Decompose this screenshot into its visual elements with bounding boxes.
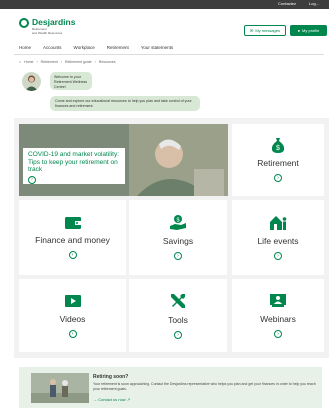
breadcrumb: ⌂ Home › Retirement › Retirement guide ›… xyxy=(19,60,116,64)
envelope-icon: ✉ xyxy=(249,28,254,33)
nav-item-retirement[interactable]: Retirement xyxy=(107,44,129,52)
video-play-icon xyxy=(64,295,81,307)
wallet-icon xyxy=(64,217,81,229)
arrow-right-icon[interactable]: › xyxy=(274,252,282,260)
arrow-right-icon[interactable]: › xyxy=(274,330,282,338)
feature-title[interactable]: COVID-19 and market volatility: Tips to … xyxy=(28,151,120,174)
top-utility-bar: Contactez Log... xyxy=(0,0,329,9)
retiring-soon-banner: Retiring soon? Your retirement is soon a… xyxy=(19,367,322,408)
external-link-icon: ↗ xyxy=(126,397,131,402)
logo-subtitle-2: and Wealth Resources xyxy=(32,31,63,35)
contact-us-label: Contact us now xyxy=(98,397,126,402)
tile-webinars[interactable]: Webinars › xyxy=(232,279,324,352)
svg-text:$: $ xyxy=(276,145,280,152)
my-profile-button[interactable]: ● My profile xyxy=(290,25,327,36)
breadcrumb-item-retirement[interactable]: Retirement xyxy=(41,60,58,64)
arrow-right-icon[interactable]: › xyxy=(68,330,77,338)
nav-item-accounts[interactable]: Accounts xyxy=(43,44,62,52)
tile-life-events-label: Life events xyxy=(257,236,299,246)
advisor-avatar xyxy=(22,72,41,91)
tile-tools[interactable]: Tools › xyxy=(129,279,227,352)
retiring-title: Retiring soon? xyxy=(93,374,129,380)
retiring-description: Your retirement is soon approaching. Con… xyxy=(93,382,316,391)
arrow-right-icon: → xyxy=(93,397,97,402)
contact-us-link[interactable]: → Contact us now ↗ xyxy=(93,397,130,402)
feature-banner[interactable]: COVID-19 and market volatility: Tips to … xyxy=(19,124,228,196)
tile-finance-and-money[interactable]: Finance and money › xyxy=(19,200,126,275)
breadcrumb-item-current: Resources xyxy=(98,60,116,64)
tile-finance-label: Finance and money xyxy=(35,235,110,245)
home-icon[interactable]: ⌂ xyxy=(19,60,21,64)
topbar-login-link[interactable]: Log... xyxy=(309,1,319,7)
my-messages-label: My messages xyxy=(255,28,281,33)
tile-videos-label: Videos xyxy=(59,314,86,324)
arrow-right-icon[interactable]: › xyxy=(274,174,282,182)
tile-savings[interactable]: $ Savings › xyxy=(129,200,227,275)
arrow-right-icon[interactable]: › xyxy=(28,175,36,184)
tile-savings-label: Savings xyxy=(162,236,194,246)
chat-bubble-welcome: Welcome to your Retirement Wellness Cent… xyxy=(50,72,92,90)
feature-card: COVID-19 and market volatility: Tips to … xyxy=(23,148,125,184)
arrow-right-icon[interactable]: › xyxy=(174,252,182,260)
nav-item-workplace[interactable]: Workplace xyxy=(74,44,95,52)
logo-name: Desjardins xyxy=(32,17,76,27)
my-messages-button[interactable]: ✉ My messages xyxy=(244,25,286,36)
svg-text:$: $ xyxy=(176,217,179,223)
topbar-contact-link[interactable]: Contactez xyxy=(278,1,296,7)
webinar-presenter-icon xyxy=(270,294,286,307)
tile-videos[interactable]: Videos › xyxy=(19,279,126,352)
chat-bubble-intro: Come and explore our educational resourc… xyxy=(50,96,200,111)
retiring-couple-photo xyxy=(31,373,89,403)
logo-mark-icon xyxy=(19,18,29,28)
money-bag-icon: $ xyxy=(271,138,285,153)
breadcrumb-item-home[interactable]: Home xyxy=(24,60,33,64)
arrow-right-icon[interactable]: › xyxy=(174,331,182,339)
nav-divider xyxy=(14,54,324,55)
tile-tools-label: Tools xyxy=(168,315,188,325)
arrow-right-icon[interactable]: › xyxy=(68,251,77,259)
tile-webinars-label: Webinars xyxy=(260,314,296,324)
hand-with-coin-icon: $ xyxy=(170,215,186,230)
tile-life-events[interactable]: Life events › xyxy=(232,200,324,275)
user-icon: ● xyxy=(297,28,301,33)
breadcrumb-item-guide[interactable]: Retirement guide xyxy=(65,60,92,64)
nav-item-statements[interactable]: Your statements xyxy=(141,44,173,52)
tools-icon xyxy=(171,294,185,308)
tile-retirement-label: Retirement xyxy=(257,158,299,168)
tile-retirement[interactable]: $ Retirement › xyxy=(232,124,324,196)
nav-item-home[interactable]: Home xyxy=(19,44,31,52)
my-profile-label: My profile xyxy=(302,28,320,33)
main-navigation: Home Accounts Workplace Retirement Your … xyxy=(19,44,173,52)
house-family-icon xyxy=(270,216,287,230)
desjardins-logo[interactable]: Desjardins Retirement and Wealth Resourc… xyxy=(19,17,75,35)
